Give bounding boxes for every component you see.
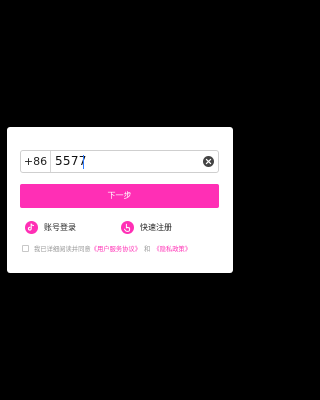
phone-field[interactable]: +86 <box>20 150 219 173</box>
login-dialog: +86 下一步 账号登录 快速注册 <box>7 127 233 273</box>
account-login-label: 账号登录 <box>44 222 76 232</box>
agreement-and: 和 <box>144 245 151 253</box>
hand-finger-icon <box>121 220 134 234</box>
phone-input[interactable] <box>55 152 195 171</box>
clear-icon[interactable] <box>203 156 214 167</box>
user-agreement-link[interactable]: 《用户服务协议》 <box>91 244 141 253</box>
next-button[interactable]: 下一步 <box>20 184 219 208</box>
country-code[interactable]: +86 <box>21 151 51 172</box>
text-cursor <box>83 155 84 169</box>
privacy-policy-link[interactable]: 《隐私政策》 <box>153 244 191 253</box>
account-login-option[interactable]: 账号登录 <box>25 220 76 234</box>
agreement-row: 我已详细阅读并同意 《用户服务协议》 和 《隐私政策》 <box>22 243 227 253</box>
screen: +86 下一步 账号登录 快速注册 <box>0 0 240 400</box>
quick-register-option[interactable]: 快速注册 <box>121 220 172 234</box>
agreement-checkbox[interactable] <box>22 244 29 252</box>
tiktok-note-icon <box>25 220 38 234</box>
agreement-prefix: 我已详细阅读并同意 <box>34 245 91 253</box>
quick-register-label: 快速注册 <box>140 222 172 232</box>
